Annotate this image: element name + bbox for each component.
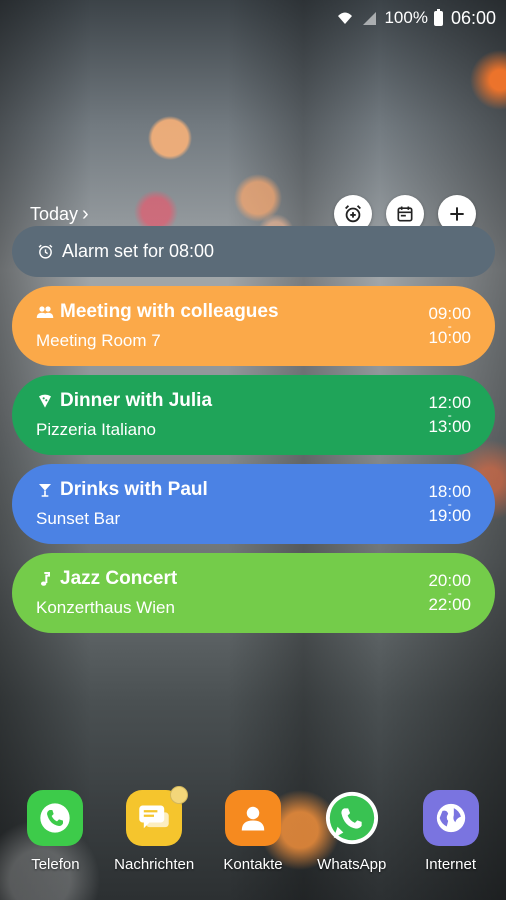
event-end: 22:00 xyxy=(428,595,471,614)
alarm-add-icon xyxy=(345,205,361,223)
event-location: Meeting Room 7 xyxy=(36,331,161,350)
plus-icon xyxy=(450,207,464,221)
event-location: Sunset Bar xyxy=(36,509,121,528)
event-card-meeting[interactable]: Meeting with colleagues Meeting Room 7 0… xyxy=(12,286,495,366)
app-nachrichten[interactable]: Nachrichten xyxy=(106,786,202,890)
messages-icon[interactable] xyxy=(126,786,189,846)
event-end: 19:00 xyxy=(428,506,471,525)
people-icon xyxy=(36,303,54,321)
globe-icon[interactable] xyxy=(422,790,479,846)
app-label: Telefon xyxy=(31,856,80,873)
contacts-icon[interactable] xyxy=(224,790,281,846)
app-telefon[interactable]: Telefon xyxy=(7,790,103,890)
app-kontakte[interactable]: Kontakte xyxy=(205,790,301,890)
app-label: Kontakte xyxy=(223,856,283,873)
status-bar: 100% 06:00 xyxy=(0,0,506,36)
event-title: Dinner with Julia xyxy=(60,390,213,411)
chevron-right-icon: › xyxy=(82,203,89,225)
today-link[interactable]: Today › xyxy=(30,204,89,225)
event-card-concert[interactable]: Jazz Concert Konzerthaus Wien 20:00 - 22… xyxy=(12,553,495,633)
app-label: Internet xyxy=(425,856,477,873)
phone-icon[interactable] xyxy=(27,790,84,846)
app-label: Nachrichten xyxy=(114,856,195,873)
event-title: Jazz Concert xyxy=(60,568,178,589)
cocktail-icon xyxy=(36,481,54,499)
event-card-dinner[interactable]: Dinner with Julia Pizzeria Italiano 12:0… xyxy=(12,375,495,455)
battery-percent: 100% xyxy=(384,8,428,27)
app-internet[interactable]: Internet xyxy=(403,790,499,890)
app-whatsapp[interactable]: WhatsApp xyxy=(304,790,400,890)
calendar-icon xyxy=(397,206,413,222)
clock: 06:00 xyxy=(450,7,496,28)
event-time: 12:00 - 13:00 xyxy=(428,394,471,436)
event-time: 09:00 - 10:00 xyxy=(428,305,471,347)
today-label: Today xyxy=(30,203,79,224)
app-dock: Telefon Nachrichten Kontakte WhatsApp In… xyxy=(0,786,506,890)
event-location: Konzerthaus Wien xyxy=(36,598,175,617)
signal-icon xyxy=(360,9,378,27)
alarm-text: Alarm set for 08:00 xyxy=(62,241,215,261)
event-title: Meeting with colleagues xyxy=(60,301,279,322)
pizza-icon xyxy=(36,392,54,410)
event-time: 18:00 - 19:00 xyxy=(428,483,471,525)
event-time: 20:00 - 22:00 xyxy=(428,572,471,614)
music-note-icon xyxy=(36,570,54,588)
event-title: Drinks with Paul xyxy=(60,479,208,500)
event-location: Pizzeria Italiano xyxy=(36,420,157,439)
event-card-drinks[interactable]: Drinks with Paul Sunset Bar 18:00 - 19:0… xyxy=(12,464,495,544)
notification-badge xyxy=(170,786,189,804)
whatsapp-icon[interactable] xyxy=(324,790,380,846)
alarm-bar[interactable]: Alarm set for 08:00 xyxy=(12,226,495,277)
app-label: WhatsApp xyxy=(317,856,387,873)
wifi-icon xyxy=(336,9,354,27)
event-end: 13:00 xyxy=(428,417,471,436)
event-end: 10:00 xyxy=(428,328,471,347)
alarm-clock-icon xyxy=(36,243,54,261)
battery-icon xyxy=(433,8,443,26)
